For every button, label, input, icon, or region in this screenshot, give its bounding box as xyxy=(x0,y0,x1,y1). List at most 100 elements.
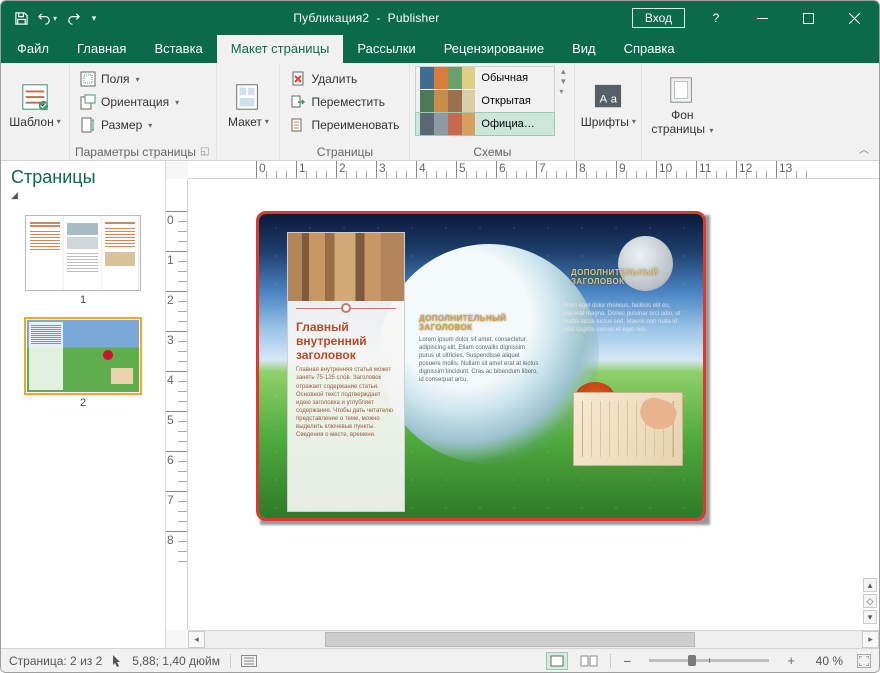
delete-page-button[interactable]: Удалить xyxy=(285,68,404,90)
svg-text:a: a xyxy=(611,94,618,106)
ribbon-group-pageparams: Поля▾ Ориентация▾ Размер▾ Параметры стра… xyxy=(70,63,217,160)
minimize-icon[interactable] xyxy=(739,3,785,33)
body-text-right: Proin eget dolor rhoncus, facilisis elit… xyxy=(563,302,683,392)
tab-mailings[interactable]: Рассылки xyxy=(343,35,429,63)
pageparams-launcher-icon[interactable]: ◱ xyxy=(198,146,211,157)
ribbon-group-background: Фонстраницы ▾ xyxy=(642,63,722,160)
page-thumb-1[interactable]: 1 xyxy=(1,209,165,312)
object-up-icon[interactable]: ▴ xyxy=(863,578,877,592)
section-heading-center: ДОПОЛНИТЕЛЬНЫЙ ЗАГОЛОВОК xyxy=(419,314,519,332)
workspace: Страницы ◢ 1 2 xyxy=(1,161,879,648)
panel-title: Главный внутренний заголовок xyxy=(288,315,404,364)
tab-file[interactable]: Файл xyxy=(3,35,63,63)
size-icon xyxy=(80,117,96,133)
background-icon xyxy=(666,74,698,106)
horizontal-scrollbar[interactable]: ◂ ▸ xyxy=(188,630,879,648)
canvas[interactable]: ДОПОЛНИТЕЛЬНЫЙ ЗАГОЛОВОК Lorem ipsum dol… xyxy=(188,179,879,630)
svg-text:A: A xyxy=(600,94,608,106)
ribbon-tabs: Файл Главная Вставка Макет страницы Расс… xyxy=(1,35,879,63)
layout-icon xyxy=(232,81,264,113)
ribbon-group-layout: Макет▾ xyxy=(217,63,280,160)
rename-page-button[interactable]: Переименовать xyxy=(285,114,404,136)
pages-pane-expand-icon[interactable]: ◢ xyxy=(1,190,165,205)
thumb-number: 1 xyxy=(80,294,86,306)
pointer-icon xyxy=(112,655,122,667)
delete-icon xyxy=(290,71,306,87)
status-bar: Страница: 2 из 2 5,88; 1,40 дюйм − + 40 … xyxy=(1,648,879,672)
zoom-slider[interactable] xyxy=(649,659,769,662)
layout-button[interactable]: Макет▾ xyxy=(222,66,274,142)
ribbon-group-fonts: Aa Шрифты▾ xyxy=(575,63,642,160)
signin-button[interactable]: Вход xyxy=(632,8,685,28)
app-window: ▾ ▾ Публикация2 - Publisher Вход ? Файл … xyxy=(0,0,880,673)
tab-home[interactable]: Главная xyxy=(63,35,140,63)
redo-icon[interactable] xyxy=(61,6,85,30)
scheme-up-icon[interactable]: ▲ xyxy=(557,67,569,76)
template-icon xyxy=(19,81,51,113)
tab-insert[interactable]: Вставка xyxy=(140,35,216,63)
ribbon-group-schemes: Обычная Открытая Официа… ▲ ▼ ▾ Схемы xyxy=(410,63,575,160)
scheme-swatch xyxy=(420,67,475,89)
template-button[interactable]: Шаблон▾ xyxy=(6,66,64,142)
doc-name: Публикация2 xyxy=(293,11,369,25)
orientation-button[interactable]: Ориентация▾ xyxy=(75,91,184,113)
tab-review[interactable]: Рецензирование xyxy=(430,35,558,63)
page-thumb-2[interactable]: 2 xyxy=(1,312,165,415)
zoom-out-icon[interactable]: − xyxy=(621,653,633,669)
status-page[interactable]: Страница: 2 из 2 xyxy=(9,654,102,668)
ruler-horizontal[interactable]: 012345678910111213 xyxy=(188,161,879,179)
left-text-panel: Главный внутренний заголовок Главная вну… xyxy=(287,232,405,512)
close-icon[interactable] xyxy=(831,3,877,33)
pages-group-label: Страницы xyxy=(317,145,373,159)
undo-icon[interactable]: ▾ xyxy=(35,6,59,30)
pages-pane: Страницы ◢ 1 2 xyxy=(1,161,166,648)
scroll-right-icon[interactable]: ▸ xyxy=(862,631,879,648)
move-page-button[interactable]: Переместить xyxy=(285,91,404,113)
margins-icon xyxy=(80,71,96,87)
save-icon[interactable] xyxy=(9,6,33,30)
zoom-in-icon[interactable]: + xyxy=(785,653,797,668)
publication-page[interactable]: ДОПОЛНИТЕЛЬНЫЙ ЗАГОЛОВОК Lorem ipsum dol… xyxy=(256,211,706,521)
move-icon xyxy=(290,94,306,110)
scroll-thumb[interactable] xyxy=(325,632,695,647)
help-icon[interactable]: ? xyxy=(693,3,739,33)
object-select-icon[interactable]: ◇ xyxy=(863,594,877,608)
zoom-value[interactable]: 40 % xyxy=(807,654,843,668)
view-single-icon[interactable] xyxy=(546,652,568,670)
status-size-icon xyxy=(241,655,257,667)
collapse-ribbon-icon[interactable]: ︿ xyxy=(855,139,873,158)
canvas-nav-buttons: ▴ ◇ ▾ xyxy=(863,578,877,624)
scroll-track[interactable] xyxy=(205,631,862,648)
schemes-group-label: Схемы xyxy=(473,145,511,159)
maximize-icon[interactable] xyxy=(785,3,831,33)
background-button[interactable]: Фонстраницы ▾ xyxy=(647,66,717,142)
scroll-left-icon[interactable]: ◂ xyxy=(188,631,205,648)
scheme-down-icon[interactable]: ▼ xyxy=(557,77,569,86)
ruler-vertical[interactable]: 012345678 xyxy=(166,179,188,630)
pageparams-group-label: Параметры страницы xyxy=(75,145,196,159)
scheme-label: Открытая xyxy=(481,95,530,107)
scheme-item[interactable]: Обычная xyxy=(416,67,554,89)
tab-help[interactable]: Справка xyxy=(610,35,689,63)
zoom-handle[interactable] xyxy=(688,655,696,666)
status-coord: 5,88; 1,40 дюйм xyxy=(132,654,220,668)
fonts-icon: Aa xyxy=(592,81,624,113)
zoom-fit-icon[interactable] xyxy=(857,654,871,668)
scheme-item[interactable]: Официа… xyxy=(416,113,554,135)
size-button[interactable]: Размер▾ xyxy=(75,114,184,136)
fonts-button[interactable]: Aa Шрифты▾ xyxy=(580,66,636,142)
thumb-number: 2 xyxy=(80,397,86,409)
window-title: Публикация2 - Publisher xyxy=(101,11,632,25)
scheme-swatch xyxy=(420,90,475,112)
tab-view[interactable]: Вид xyxy=(558,35,610,63)
object-down-icon[interactable]: ▾ xyxy=(863,610,877,624)
qat-customize-icon[interactable]: ▾ xyxy=(87,6,101,30)
tab-pagelayout[interactable]: Макет страницы xyxy=(217,35,344,63)
ribbon-group-pages: Удалить Переместить Переименовать Страни… xyxy=(280,63,410,160)
quick-access-toolbar: ▾ ▾ xyxy=(3,6,101,30)
view-spread-icon[interactable] xyxy=(578,652,600,670)
margins-button[interactable]: Поля▾ xyxy=(75,68,184,90)
scheme-item[interactable]: Открытая xyxy=(416,90,554,112)
scheme-more-icon[interactable]: ▾ xyxy=(557,87,569,96)
ribbon-group-template: Шаблон▾ xyxy=(1,63,70,160)
